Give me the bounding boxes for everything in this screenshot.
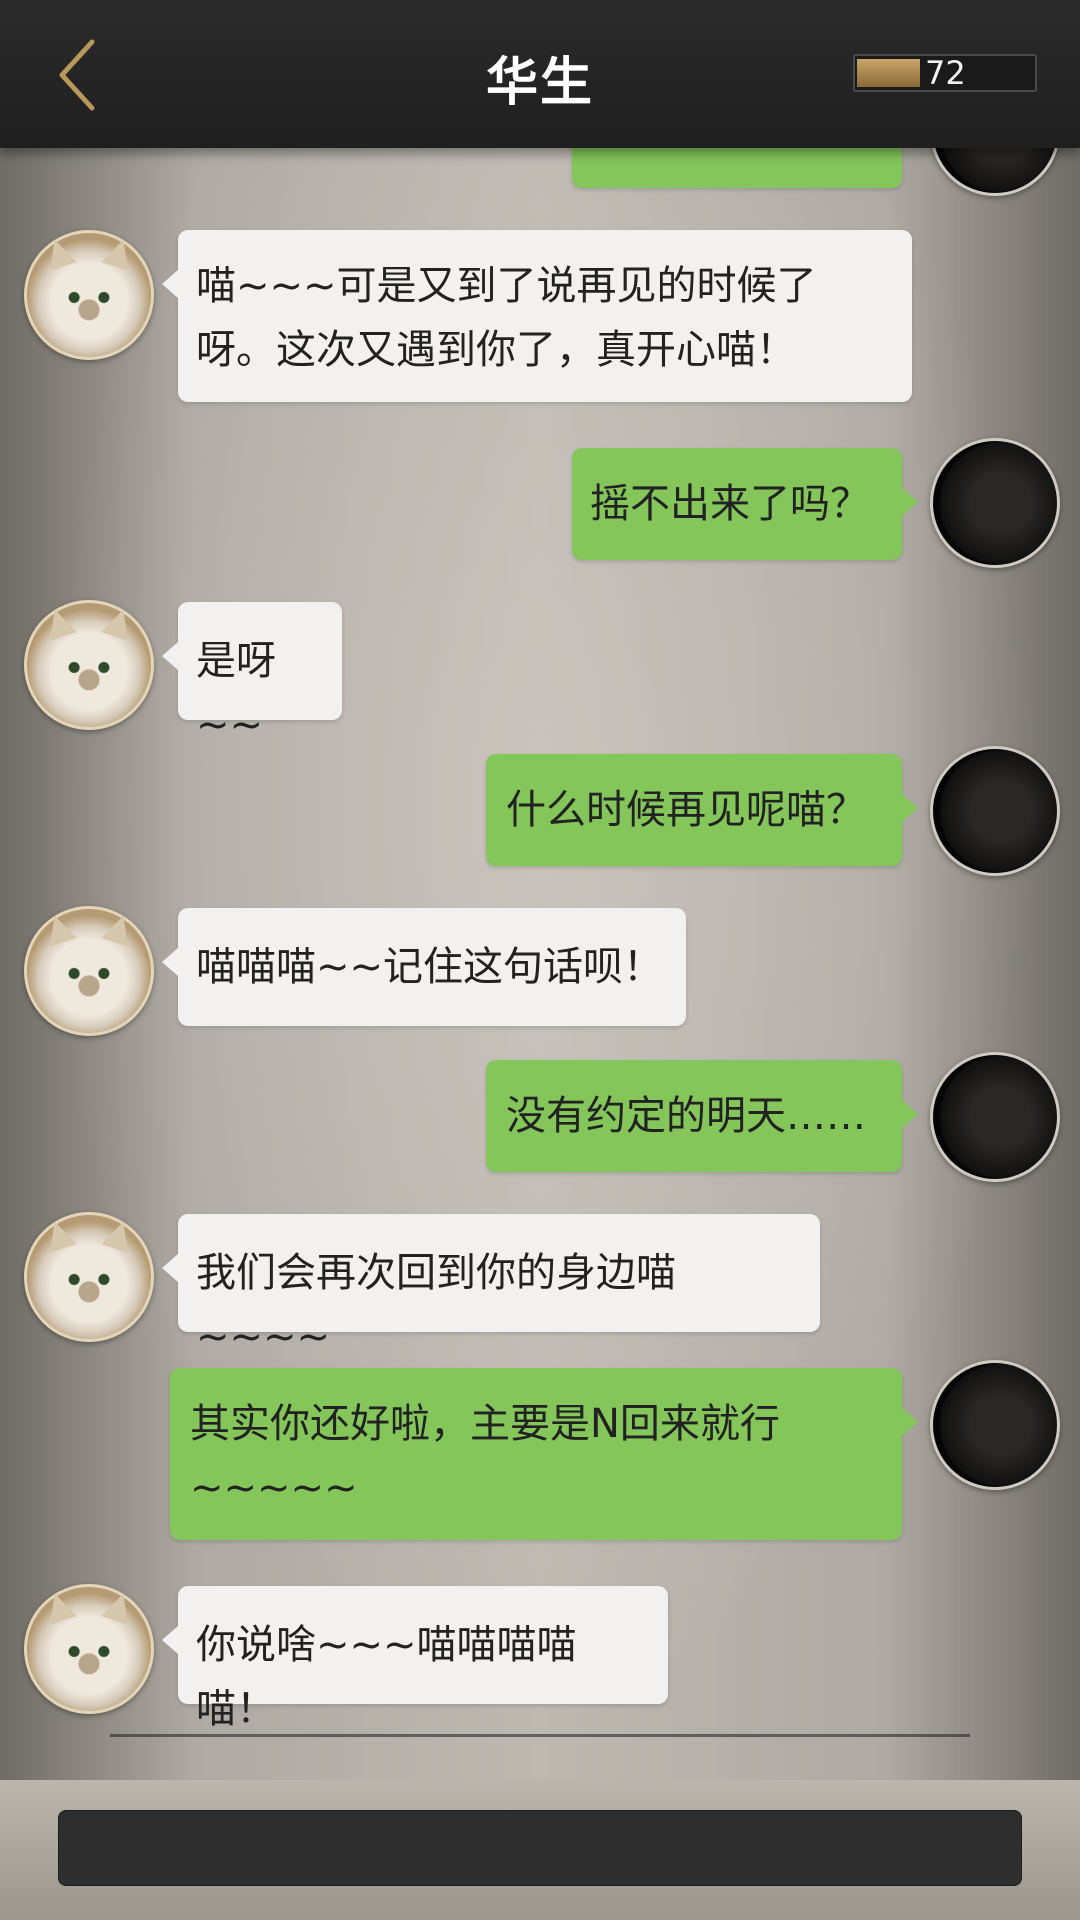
cat-avatar[interactable] (24, 1212, 154, 1342)
message-bubble-outgoing[interactable]: 摇不出来了吗？ (572, 448, 918, 560)
message-text: 摇不出来了吗？ (590, 481, 870, 527)
message-bubble-incoming[interactable]: 是呀~~ (162, 602, 342, 748)
message-text: 没有约定的明天…… (506, 1093, 866, 1139)
user-avatar[interactable] (930, 148, 1060, 196)
message-text: 其实你还好啦，主要是N回来就行~~~~~ (190, 1401, 780, 1511)
affection-value: 72 (925, 54, 966, 92)
reply-input[interactable] (58, 1810, 1022, 1886)
message-bubble-incoming[interactable]: 喵喵喵~~记住这句话呗！ (162, 908, 686, 1026)
message-text: 什么时候再见呢喵？ (506, 787, 866, 833)
user-avatar[interactable] (930, 438, 1060, 568)
message-bubble-outgoing[interactable]: 其实你还好啦，主要是N回来就行~~~~~ (170, 1368, 918, 1540)
message-text: 你说啥~~~喵喵喵喵喵！ (196, 1622, 577, 1732)
message-text: 我们会再次回到你的身边喵~~~~ (196, 1250, 676, 1360)
user-avatar[interactable] (930, 1052, 1060, 1182)
message-bubble-outgoing[interactable]: 没有约定的明天…… (486, 1060, 918, 1172)
user-avatar[interactable] (930, 1360, 1060, 1490)
header-bar: 华生 72 (0, 0, 1080, 148)
cat-avatar[interactable] (24, 600, 154, 730)
bottom-bar (0, 1780, 1080, 1920)
cat-avatar[interactable] (24, 1584, 154, 1714)
chat-screen: 华生 72 喵~~~可是又到了说再见的时候了呀。这次又遇到你了，真开心喵！ 摇不… (0, 0, 1080, 1920)
message-bubble-incoming[interactable]: 我们会再次回到你的身边喵~~~~ (162, 1214, 820, 1360)
affection-meter: 72 (853, 54, 1037, 92)
message-bubble-incoming[interactable]: 你说啥~~~喵喵喵喵喵！ (162, 1586, 668, 1732)
message-list[interactable]: 喵~~~可是又到了说再见的时候了呀。这次又遇到你了，真开心喵！ 摇不出来了吗？ … (0, 148, 1080, 1780)
message-text: 是呀~~ (196, 638, 276, 748)
divider (110, 1734, 970, 1737)
affection-meter-fill (857, 59, 920, 87)
cat-avatar[interactable] (24, 906, 154, 1036)
message-text: 喵喵喵~~记住这句话呗！ (196, 944, 664, 990)
message-bubble-incoming[interactable]: 喵~~~可是又到了说再见的时候了呀。这次又遇到你了，真开心喵！ (162, 230, 912, 402)
message-bubble-outgoing[interactable] (572, 148, 902, 188)
cat-avatar[interactable] (24, 230, 154, 360)
message-text: 喵~~~可是又到了说再见的时候了呀。这次又遇到你了，真开心喵！ (196, 263, 817, 373)
message-bubble-outgoing[interactable]: 什么时候再见呢喵？ (486, 754, 918, 866)
user-avatar[interactable] (930, 746, 1060, 876)
